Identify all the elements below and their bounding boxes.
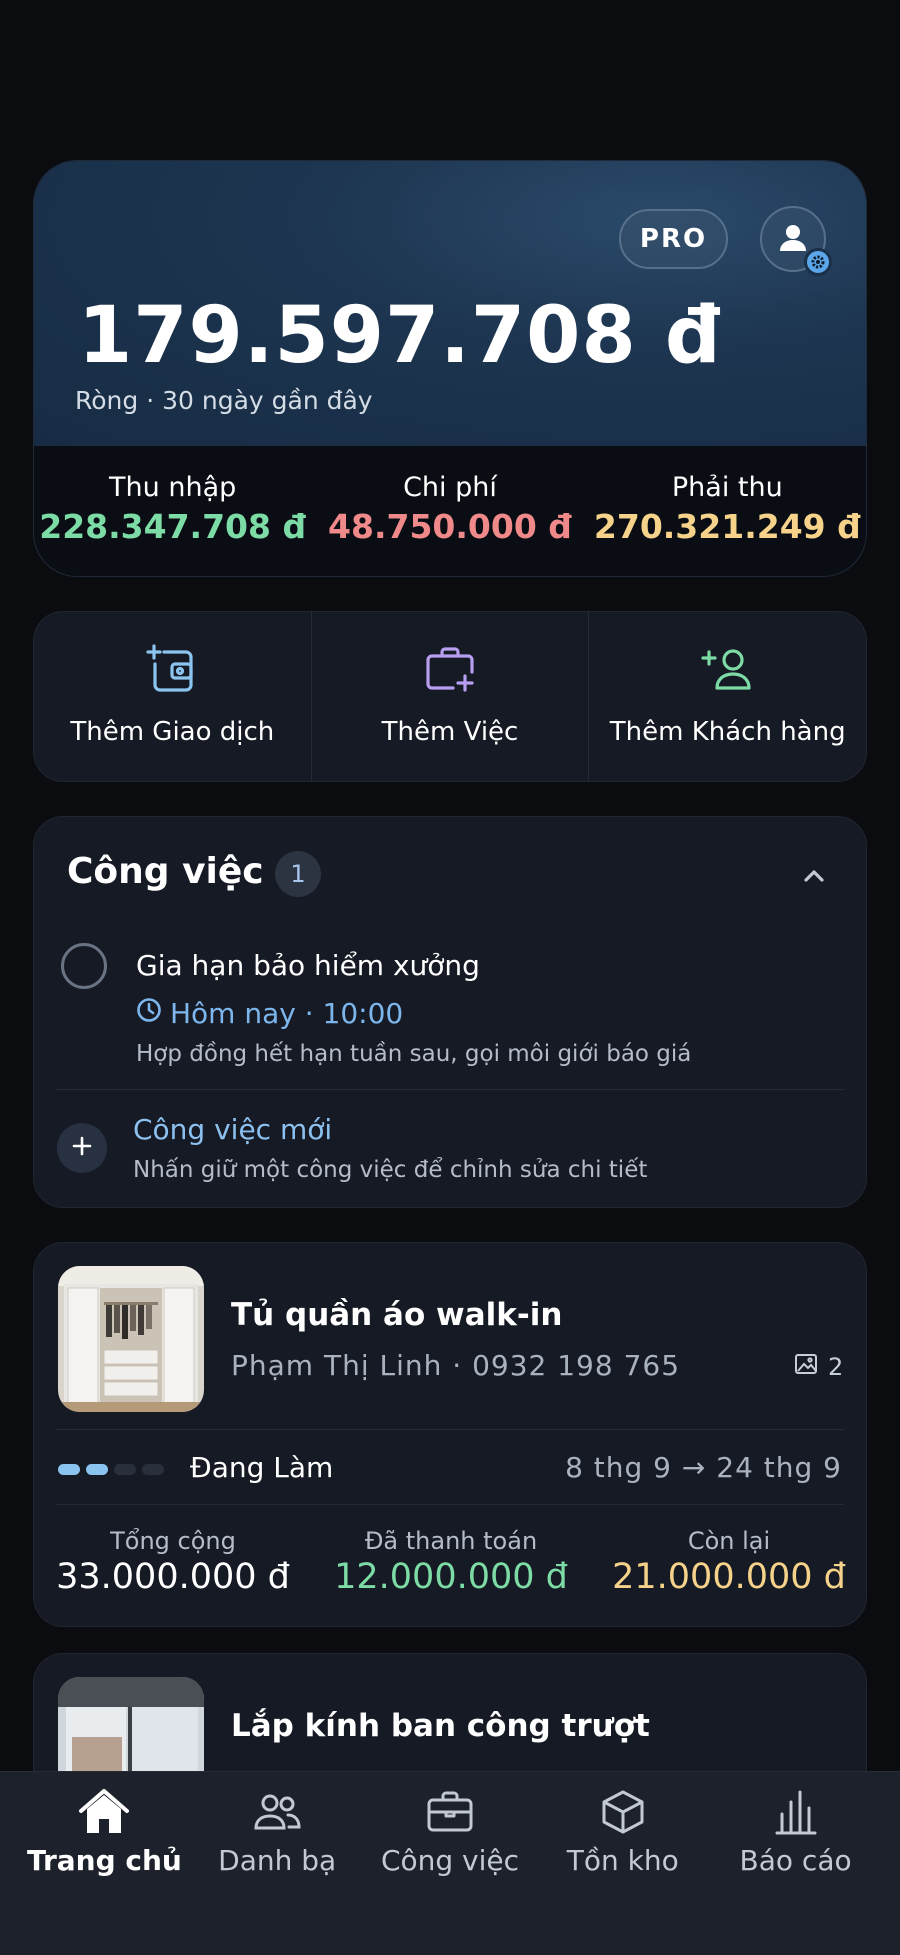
- pro-badge[interactable]: PRO: [619, 209, 728, 269]
- nav-reports-label: Báo cáo: [739, 1844, 852, 1877]
- report-chart-icon: [774, 1784, 818, 1840]
- task-time-text: Hôm nay · 10:00: [170, 997, 404, 1030]
- home-icon: [77, 1784, 131, 1840]
- task-title[interactable]: Gia hạn bảo hiểm xưởng: [136, 949, 480, 982]
- chevron-up-icon[interactable]: [799, 861, 829, 891]
- progress-step: [58, 1464, 80, 1475]
- plus-icon: [71, 1135, 93, 1161]
- job-total: Tổng cộng 33.000.000 đ: [34, 1527, 312, 1597]
- photo-count-text: 2: [828, 1353, 844, 1381]
- add-job-button[interactable]: Thêm Việc: [312, 612, 590, 781]
- divider: [56, 1089, 844, 1090]
- briefcase-icon: [426, 1784, 474, 1840]
- job-dates: 8 thg 9 → 24 thg 9: [565, 1451, 842, 1484]
- divider: [56, 1429, 844, 1430]
- job-remaining-value: 21.000.000 đ: [612, 1557, 846, 1597]
- add-customer-icon: [701, 644, 755, 694]
- new-task-button[interactable]: [57, 1123, 107, 1173]
- summary-stats: Thu nhập 228.347.708 đ Chi phí 48.750.00…: [34, 446, 866, 576]
- income-label: Thu nhập: [109, 472, 237, 503]
- receivable-value: 270.321.249 đ: [593, 507, 861, 546]
- tasks-count-badge: 1: [275, 851, 321, 897]
- gear-icon: [804, 248, 832, 276]
- job-remaining-label: Còn lại: [687, 1527, 771, 1555]
- receivable-stat: Phải thu 270.321.249 đ: [589, 446, 866, 576]
- nav-jobs[interactable]: Công việc: [364, 1772, 537, 1955]
- job-paid-label: Đã thanh toán: [364, 1527, 538, 1555]
- nav-home[interactable]: Trang chủ: [18, 1772, 191, 1955]
- nav-inventory-label: Tồn kho: [566, 1844, 679, 1877]
- home-screen: PRO 179.597.708 đ Ròng · 30 ngày gần đây…: [0, 0, 900, 1955]
- add-job-label: Thêm Việc: [381, 717, 519, 747]
- add-customer-button[interactable]: Thêm Khách hàng: [589, 612, 866, 781]
- nav-inventory[interactable]: Tồn kho: [536, 1772, 709, 1955]
- divider: [56, 1504, 844, 1505]
- job-total-value: 33.000.000 đ: [56, 1557, 290, 1597]
- add-job-icon: [425, 644, 475, 694]
- job-paid-value: 12.000.000 đ: [334, 1557, 568, 1597]
- add-transaction-icon: [146, 644, 198, 694]
- expense-value: 48.750.000 đ: [328, 507, 572, 546]
- new-task-hint: Nhấn giữ một công việc để chỉnh sửa chi …: [133, 1157, 648, 1183]
- net-summary-card[interactable]: PRO 179.597.708 đ Ròng · 30 ngày gần đây…: [33, 160, 867, 577]
- quick-actions: Thêm Giao dịch Thêm Việc Thêm Khách hàng: [33, 611, 867, 782]
- progress-step: [86, 1464, 108, 1475]
- job-progress-indicator: [58, 1464, 164, 1475]
- nav-contacts[interactable]: Danh bạ: [191, 1772, 364, 1955]
- net-summary-header: PRO 179.597.708 đ Ròng · 30 ngày gần đây: [34, 161, 866, 446]
- job-title: Tủ quần áo walk-in: [231, 1297, 563, 1333]
- profile-settings-button[interactable]: [760, 206, 832, 276]
- progress-step: [114, 1464, 136, 1475]
- income-stat: Thu nhập 228.347.708 đ: [34, 446, 311, 576]
- add-transaction-button[interactable]: Thêm Giao dịch: [34, 612, 312, 781]
- job-amounts: Tổng cộng 33.000.000 đ Đã thanh toán 12.…: [34, 1527, 866, 1597]
- expense-stat: Chi phí 48.750.000 đ: [311, 446, 588, 576]
- tasks-title: Công việc: [67, 851, 264, 892]
- nav-home-label: Trang chủ: [26, 1844, 182, 1877]
- nav-reports[interactable]: Báo cáo: [709, 1772, 882, 1955]
- job-paid: Đã thanh toán 12.000.000 đ: [312, 1527, 590, 1597]
- inventory-box-icon: [600, 1784, 646, 1840]
- net-amount: 179.597.708 đ: [78, 291, 722, 381]
- receivable-label: Phải thu: [671, 472, 783, 503]
- expense-label: Chi phí: [403, 472, 497, 503]
- tasks-card: Công việc 1 Gia hạn bảo hiểm xưởng Hôm n…: [33, 816, 867, 1208]
- task-note: Hợp đồng hết hạn tuần sau, gọi môi giới …: [136, 1041, 692, 1067]
- nav-jobs-label: Công việc: [380, 1844, 520, 1877]
- job-photo-count: 2: [794, 1353, 843, 1381]
- job-total-label: Tổng cộng: [110, 1527, 236, 1555]
- nav-contacts-label: Danh bạ: [218, 1844, 337, 1877]
- job-thumbnail: [58, 1266, 204, 1412]
- job-card[interactable]: Tủ quần áo walk-in Phạm Thị Linh · 0932 …: [33, 1242, 867, 1627]
- net-period-label: Ròng · 30 ngày gần đây: [75, 386, 373, 415]
- image-icon: [794, 1353, 818, 1381]
- bottom-nav: Trang chủ Danh bạ Công việc Tồn kho Báo …: [0, 1771, 900, 1955]
- progress-step: [142, 1464, 164, 1475]
- task-complete-checkbox[interactable]: [61, 943, 107, 989]
- clock-icon: [136, 997, 162, 1030]
- job-title: Lắp kính ban công trượt: [231, 1708, 650, 1744]
- income-value: 228.347.708 đ: [39, 507, 307, 546]
- contacts-icon: [252, 1784, 302, 1840]
- task-time: Hôm nay · 10:00: [136, 997, 403, 1030]
- job-status: Đang Làm: [190, 1451, 334, 1484]
- add-customer-label: Thêm Khách hàng: [609, 717, 846, 747]
- user-icon: [777, 221, 809, 257]
- job-customer: Phạm Thị Linh · 0932 198 765: [231, 1349, 681, 1382]
- job-remaining: Còn lại 21.000.000 đ: [590, 1527, 866, 1597]
- new-task-label[interactable]: Công việc mới: [133, 1113, 332, 1146]
- add-transaction-label: Thêm Giao dịch: [70, 717, 275, 747]
